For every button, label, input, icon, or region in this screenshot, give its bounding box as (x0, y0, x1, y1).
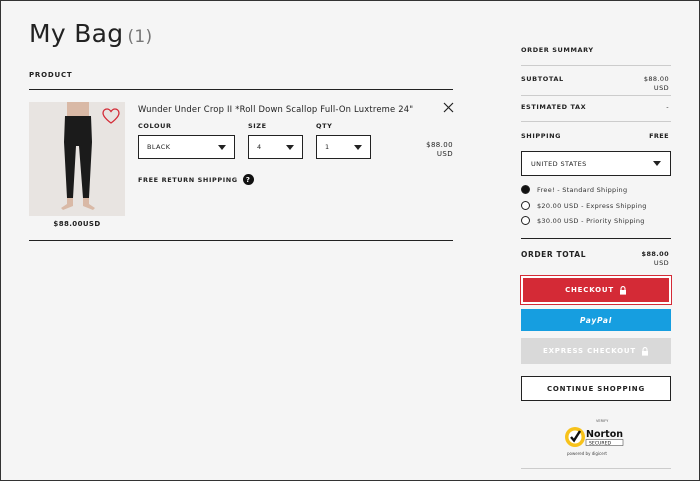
subtotal-currency: USD (653, 84, 669, 92)
colour-select[interactable]: BLACK (138, 135, 235, 159)
order-total-label: ORDER TOTAL (521, 250, 587, 259)
order-total-currency: USD (653, 259, 669, 267)
image-price: $88.00USD (53, 220, 101, 228)
shipping-option-express[interactable]: $20.00 USD - Express Shipping (521, 201, 647, 210)
colour-select-value: BLACK (147, 143, 171, 151)
lock-icon (619, 285, 626, 295)
express-checkout-button[interactable]: EXPRESS CHECKOUT (521, 338, 671, 364)
radio-unselected[interactable] (521, 216, 530, 225)
order-total-value: $88.00 USD (642, 250, 669, 268)
continue-shopping-label: CONTINUE SHOPPING (546, 384, 645, 393)
line-price-amount: $88.00 (426, 141, 453, 149)
checkout-button-label: CHECKOUT (565, 286, 614, 294)
chevron-down-icon (218, 145, 226, 150)
chevron-down-icon (354, 145, 362, 150)
page-title: My Bag (1) (29, 19, 153, 48)
bag-item-count: (1) (127, 27, 153, 47)
qty-select-value: 1 (325, 143, 330, 151)
summary-divider (521, 121, 671, 122)
line-item-price: $88.00 USD (411, 141, 453, 159)
subtotal-label: SUBTOTAL (521, 75, 564, 83)
summary-divider-total (521, 238, 671, 239)
shipping-option-priority[interactable]: $30.00 USD - Priority Shipping (521, 216, 645, 225)
qty-label: QTY (316, 122, 333, 130)
paypal-button[interactable]: PayPal (521, 309, 671, 331)
country-select-value: UNITED STATES (531, 159, 587, 168)
estimated-tax-label: ESTIMATED TAX (521, 103, 587, 111)
shipping-option-label: $30.00 USD - Priority Shipping (537, 216, 645, 225)
shipping-option-standard[interactable]: Free! - Standard Shipping (521, 185, 627, 194)
continue-shopping-button[interactable]: CONTINUE SHOPPING (521, 376, 671, 401)
lock-icon (641, 346, 648, 356)
product-image[interactable] (29, 102, 125, 216)
summary-divider (521, 95, 671, 96)
size-select-value: 4 (257, 143, 262, 151)
order-total-amount: $88.00 (641, 250, 669, 258)
norton-check-icon: VERIFY Norton SECURED powered by digicer… (565, 419, 624, 456)
product-name[interactable]: Wunder Under Crop II *Roll Down Scallop … (138, 104, 413, 114)
divider-top (29, 89, 453, 90)
summary-divider-bottom (521, 468, 671, 469)
radio-selected[interactable] (521, 185, 530, 194)
qty-select[interactable]: 1 (316, 135, 371, 159)
shipping-option-label: Free! - Standard Shipping (537, 185, 628, 194)
subtotal-value: $88.00 USD (644, 75, 669, 93)
page-frame: My Bag (1) PRODUCT $88.00USD Wunder Under… (0, 0, 700, 481)
product-column-header: PRODUCT (29, 71, 73, 79)
radio-unselected[interactable] (521, 201, 530, 210)
chevron-down-icon (286, 145, 294, 150)
colour-label: COLOUR (138, 122, 172, 130)
line-price-currency: USD (436, 150, 453, 158)
checkout-button[interactable]: CHECKOUT (521, 276, 671, 304)
shipping-value: FREE (649, 132, 669, 140)
badge-secured: SECURED (589, 440, 611, 446)
shipping-label: SHIPPING (521, 132, 562, 140)
estimated-tax-value: - (666, 103, 669, 111)
help-icon[interactable]: ? (242, 174, 254, 185)
divider-bottom (29, 240, 453, 241)
order-summary-heading: ORDER SUMMARY (521, 46, 594, 54)
badge-top: VERIFY (596, 419, 609, 423)
subtotal-amount: $88.00 (643, 75, 669, 83)
remove-item-close-icon[interactable] (441, 100, 455, 114)
express-checkout-label: EXPRESS CHECKOUT (543, 347, 636, 355)
paypal-logo: PayPal (579, 315, 613, 325)
size-select[interactable]: 4 (248, 135, 303, 159)
free-return-shipping: FREE RETURN SHIPPING ? (138, 174, 254, 185)
wishlist-heart-icon[interactable] (101, 106, 121, 126)
size-label: SIZE (248, 122, 267, 130)
chevron-down-icon (653, 161, 661, 166)
badge-powered: powered by digicert (567, 451, 607, 456)
country-select[interactable]: UNITED STATES (521, 151, 671, 176)
badge-name: Norton (586, 429, 623, 440)
shipping-option-label: $20.00 USD - Express Shipping (537, 201, 647, 210)
free-return-label: FREE RETURN SHIPPING (138, 175, 238, 184)
summary-divider (521, 65, 671, 66)
norton-secured-badge[interactable]: VERIFY Norton SECURED powered by digicer… (563, 417, 627, 461)
